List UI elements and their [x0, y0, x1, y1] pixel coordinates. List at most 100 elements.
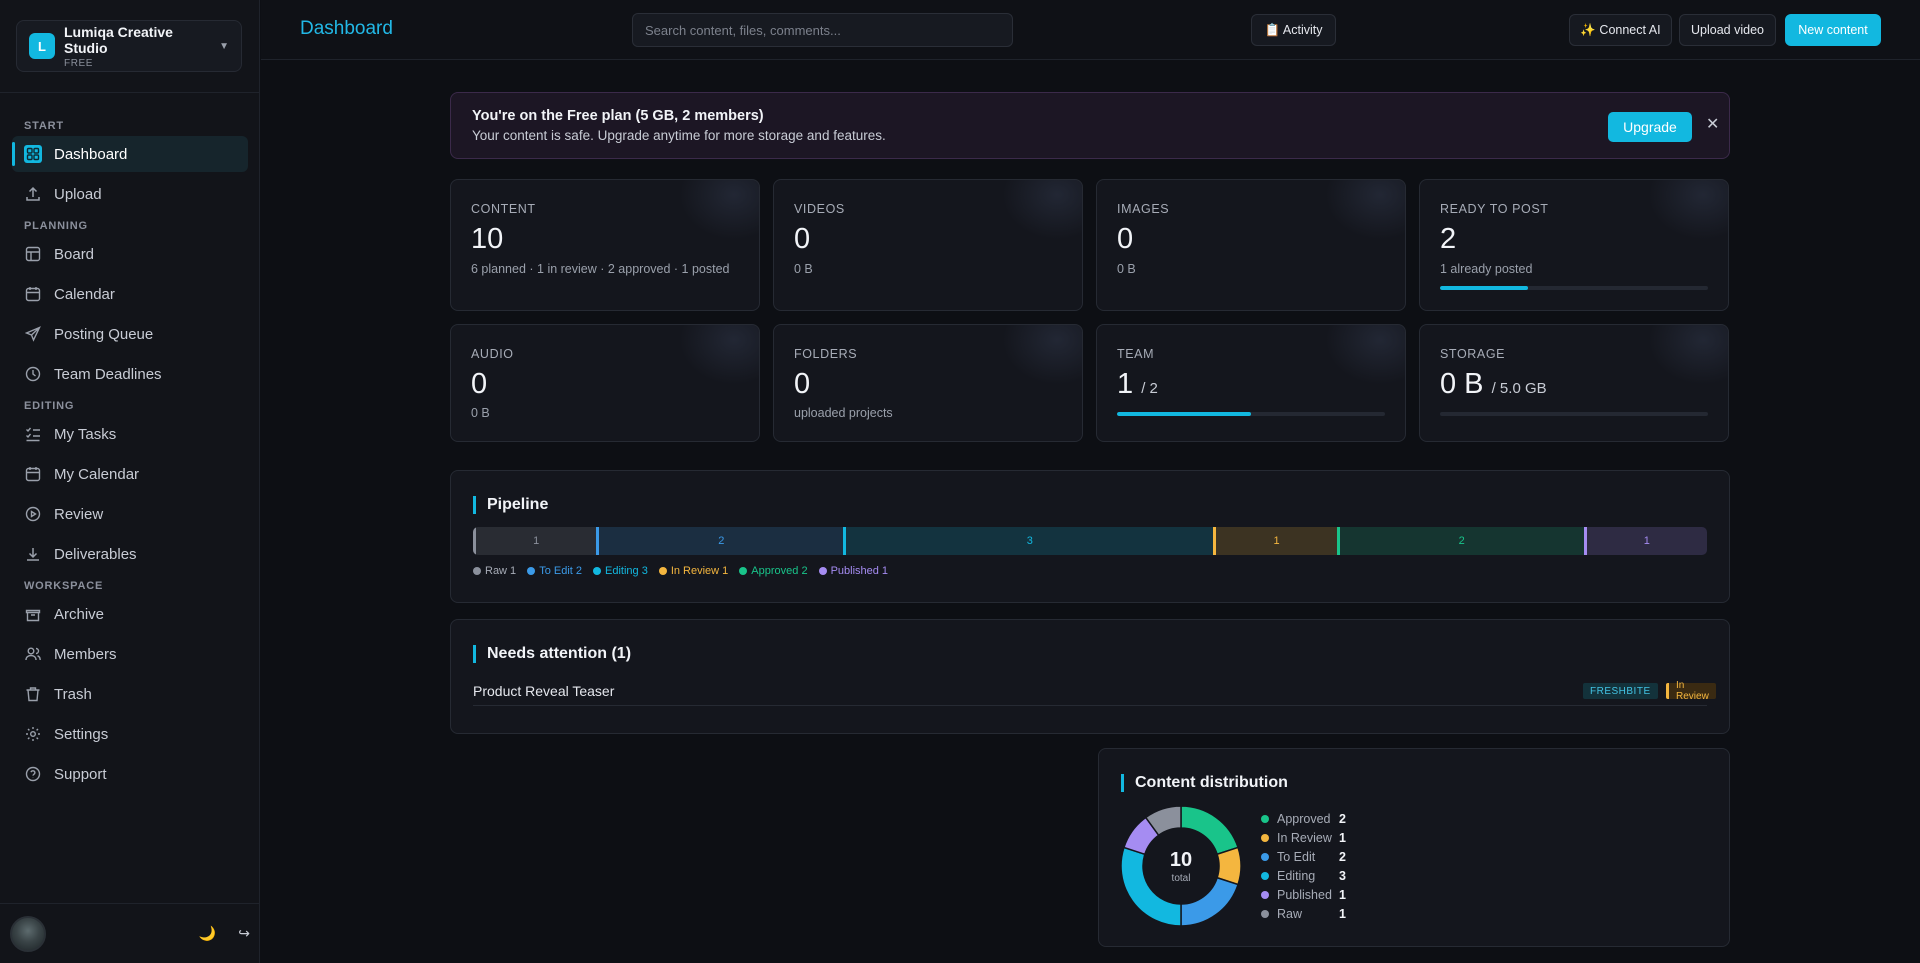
logout-icon[interactable]: ↪	[238, 925, 250, 942]
stat-card-storage[interactable]: STORAGE 0 B / 5.0 GB	[1419, 324, 1729, 442]
donut-slice-approved[interactable]	[1180, 805, 1240, 856]
gear-icon	[24, 725, 42, 743]
legend-label: Raw 1	[485, 565, 517, 577]
legend-label: Published 1	[830, 565, 889, 577]
stat-card-audio[interactable]: AUDIO 0 0 B	[450, 324, 760, 442]
trash-icon	[24, 685, 42, 703]
workspace-switcher[interactable]: L Lumiqa Creative Studio FREE ▼	[16, 20, 242, 72]
legend-dot	[527, 567, 536, 575]
sidebar-item-label: Trash	[54, 685, 92, 703]
legend-label: In Review	[1277, 830, 1332, 845]
workspace-plan: FREE	[64, 57, 94, 69]
sidebar-item-label: Support	[54, 765, 107, 783]
legend-item-raw: Raw 1	[1261, 904, 1346, 923]
nav-section-editing: EDITING	[24, 400, 75, 412]
legend-dot	[473, 567, 481, 575]
send-icon	[24, 325, 42, 343]
sidebar-item-trash[interactable]: Trash	[12, 676, 248, 712]
sidebar-item-team-deadlines[interactable]: Team Deadlines	[12, 356, 248, 392]
storage-progress-bar	[1440, 412, 1708, 416]
donut-slice-to-edit[interactable]	[1180, 876, 1240, 927]
sidebar-item-board[interactable]: Board	[12, 236, 248, 272]
sidebar-item-posting-queue[interactable]: Posting Queue	[12, 316, 248, 352]
legend-label: Editing 3	[605, 565, 648, 577]
legend-item-in-review: In Review 1	[1261, 828, 1346, 847]
panel-title: Needs attention (1)	[473, 645, 631, 663]
stat-label: IMAGES	[1117, 202, 1170, 216]
clock-icon	[24, 365, 42, 383]
legend-value: 1	[1339, 830, 1346, 845]
pipeline-segment-published[interactable]: 1	[1583, 527, 1707, 555]
close-icon[interactable]: ✕	[1706, 114, 1719, 134]
help-icon	[24, 765, 42, 783]
avatar[interactable]	[10, 915, 46, 952]
nav-section-planning: PLANNING	[24, 220, 88, 232]
legend-label: Raw	[1277, 906, 1303, 921]
members-icon	[24, 645, 42, 663]
activity-button[interactable]: 📋 Activity	[1251, 14, 1336, 46]
sidebar-item-members[interactable]: Members	[12, 636, 248, 672]
sidebar-item-dashboard[interactable]: Dashboard	[12, 136, 248, 172]
connect-ai-button[interactable]: ✨ Connect AI	[1569, 14, 1672, 46]
status-badge: In Review	[1666, 680, 1716, 702]
sidebar-item-review[interactable]: Review	[12, 496, 248, 532]
sidebar-item-label: Archive	[54, 605, 105, 623]
stat-label: TEAM	[1117, 347, 1155, 361]
sidebar-divider	[0, 92, 260, 93]
legend-label: Editing	[1277, 868, 1316, 883]
sidebar-item-calendar[interactable]: Calendar	[12, 276, 248, 312]
pipeline-segment-to-edit[interactable]: 2	[596, 527, 844, 555]
stat-label: FOLDERS	[794, 347, 858, 361]
stat-card-team[interactable]: TEAM 1 / 2	[1096, 324, 1406, 442]
pipeline-segment-in-review[interactable]: 1	[1213, 527, 1337, 555]
stat-card-ready-to-post[interactable]: READY TO POST 2 1 already posted	[1419, 179, 1729, 311]
nav-section-workspace: WORKSPACE	[24, 580, 104, 592]
board-icon	[24, 245, 42, 263]
topbar: Dashboard 📋 Activity ✨ Connect AI Upload…	[261, 0, 1920, 60]
sidebar-item-my-calendar[interactable]: My Calendar	[12, 456, 248, 492]
legend-label: Published	[1277, 887, 1332, 902]
sidebar-item-archive[interactable]: Archive	[12, 596, 248, 632]
banner-title: You're on the Free plan (5 GB, 2 members…	[472, 108, 764, 124]
stat-note: uploaded projects	[794, 406, 893, 420]
progress-fill	[1117, 412, 1251, 416]
sidebar-item-label: Upload	[54, 185, 102, 203]
stat-note: 0 B	[794, 262, 813, 276]
stat-card-folders[interactable]: FOLDERS 0 uploaded projects	[773, 324, 1083, 442]
sidebar-item-label: My Calendar	[54, 465, 140, 483]
stat-card-images[interactable]: IMAGES 0 0 B	[1096, 179, 1406, 311]
upload-icon	[24, 185, 42, 203]
pipeline-legend: Raw 1 To Edit 2 Editing 3 In Review 1 Approv…	[473, 565, 899, 577]
donut-chart: 10 total	[1120, 805, 1242, 927]
sidebar-footer: 🌙 ↪	[0, 903, 260, 963]
calendar-icon	[24, 285, 42, 303]
stat-value-main: 0 B	[1440, 368, 1484, 400]
team-progress-bar	[1117, 412, 1385, 416]
new-content-button[interactable]: New content	[1785, 14, 1881, 46]
stat-value: 1 / 2	[1117, 368, 1158, 401]
download-icon	[24, 545, 42, 563]
legend-label: Approved	[1277, 811, 1331, 826]
client-badge: FRESHBITE	[1583, 683, 1658, 699]
upgrade-button[interactable]: Upgrade	[1608, 112, 1692, 142]
stat-card-content[interactable]: CONTENT 10 6 planned · 1 in review · 2 a…	[450, 179, 760, 311]
pipeline-segment-approved[interactable]: 2	[1336, 527, 1584, 555]
pipeline-segment-editing[interactable]: 3	[843, 527, 1214, 555]
sidebar-item-deliverables[interactable]: Deliverables	[12, 536, 248, 572]
moon-icon[interactable]: 🌙	[199, 925, 216, 942]
distribution-panel: Content distribution 10 total Approved 2 I…	[1098, 748, 1730, 947]
donut-total-label: total	[1172, 873, 1191, 884]
stat-card-videos[interactable]: VIDEOS 0 0 B	[773, 179, 1083, 311]
sidebar-item-my-tasks[interactable]: My Tasks	[12, 416, 248, 452]
legend-item-approved: Approved 2	[739, 565, 808, 577]
sidebar-item-settings[interactable]: Settings	[12, 716, 248, 752]
list-item[interactable]: Product Reveal Teaser FRESHBITE In Revie…	[473, 678, 1716, 706]
ready-progress-bar	[1440, 286, 1708, 290]
sidebar-item-upload[interactable]: Upload	[12, 176, 248, 212]
pipeline-segment-raw[interactable]: 1	[473, 527, 597, 555]
legend-label: To Edit	[1277, 849, 1316, 864]
sidebar-item-label: Board	[54, 245, 95, 263]
search-input[interactable]	[632, 13, 1013, 47]
upload-video-button[interactable]: Upload video	[1679, 14, 1776, 46]
sidebar-item-support[interactable]: Support	[12, 756, 248, 792]
